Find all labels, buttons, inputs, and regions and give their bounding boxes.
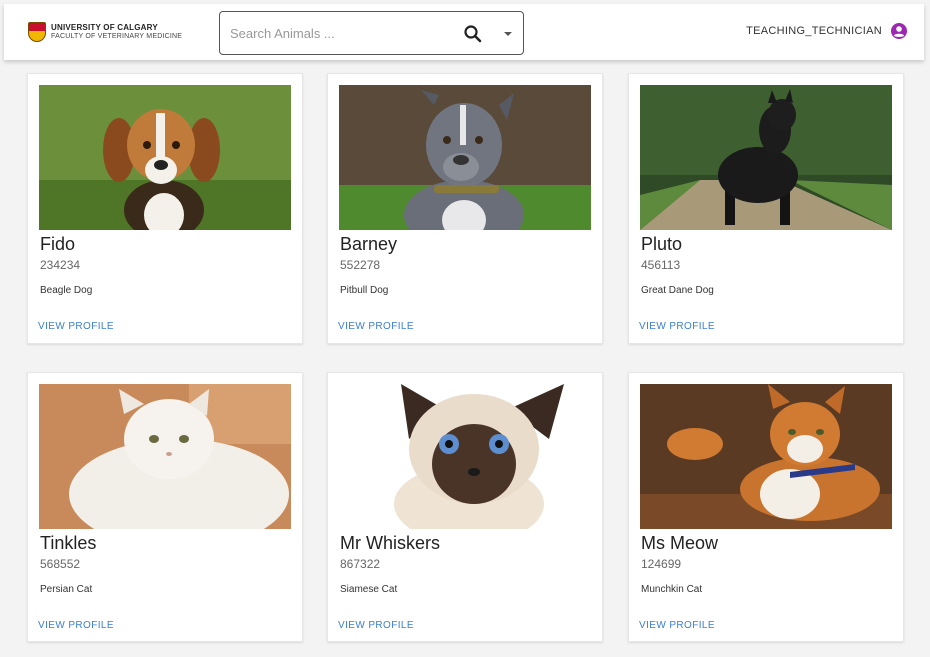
view-profile-link[interactable]: VIEW PROFILE xyxy=(639,321,715,332)
animal-photo xyxy=(339,384,591,529)
animal-breed: Persian Cat xyxy=(40,584,93,595)
animal-card: Ms Meow 124699 Munchkin Cat VIEW PROFILE xyxy=(628,372,904,642)
animal-id: 234234 xyxy=(40,258,81,272)
logo-line-2: FACULTY OF VETERINARY MEDICINE xyxy=(51,33,183,40)
animal-breed: Munchkin Cat xyxy=(641,584,703,595)
animal-id: 456113 xyxy=(641,258,681,272)
animal-name: Pluto xyxy=(641,234,683,254)
animal-id: 867322 xyxy=(340,557,381,571)
animal-breed: Beagle Dog xyxy=(40,285,93,296)
search-box xyxy=(219,11,524,55)
view-profile-link[interactable]: VIEW PROFILE xyxy=(639,620,715,631)
view-profile-link[interactable]: VIEW PROFILE xyxy=(38,321,114,332)
animal-card: Barney 552278 Pitbull Dog VIEW PROFILE xyxy=(327,73,603,344)
animal-card: Mr Whiskers 867322 Siamese Cat VIEW PROF… xyxy=(327,372,603,642)
animal-photo xyxy=(339,85,591,230)
animal-breed: Great Dane Dog xyxy=(641,285,714,296)
animal-photo xyxy=(39,85,291,230)
animal-id: 552278 xyxy=(340,258,381,272)
animal-photo xyxy=(640,85,892,230)
university-logo[interactable]: UNIVERSITY OF CALGARY FACULTY OF VETERIN… xyxy=(28,22,182,42)
account-circle-icon[interactable] xyxy=(890,22,908,40)
animal-name: Ms Meow xyxy=(641,533,719,553)
search-icon[interactable] xyxy=(462,23,484,45)
logo-text: UNIVERSITY OF CALGARY FACULTY OF VETERIN… xyxy=(51,23,182,41)
animal-name: Mr Whiskers xyxy=(340,533,440,553)
view-profile-link[interactable]: VIEW PROFILE xyxy=(338,321,414,332)
animal-name: Tinkles xyxy=(40,533,97,553)
view-profile-link[interactable]: VIEW PROFILE xyxy=(38,620,114,631)
animal-card: Fido 234234 Beagle Dog VIEW PROFILE xyxy=(27,73,303,344)
user-menu: TEACHING_TECHNICIAN xyxy=(746,22,908,40)
animal-breed: Siamese Cat xyxy=(340,584,398,595)
animal-card: Tinkles 568552 Persian Cat VIEW PROFILE xyxy=(27,372,303,642)
search-input[interactable] xyxy=(230,22,450,44)
animal-name: Fido xyxy=(40,234,76,254)
animal-id: 568552 xyxy=(40,557,81,571)
animal-id: 124699 xyxy=(641,557,682,571)
animal-photo xyxy=(39,384,291,529)
crest-icon xyxy=(28,22,46,42)
user-name: TEACHING_TECHNICIAN xyxy=(746,25,882,37)
animal-name: Barney xyxy=(340,234,398,254)
logo-line-1: UNIVERSITY OF CALGARY xyxy=(51,23,158,32)
top-app-bar: UNIVERSITY OF CALGARY FACULTY OF VETERIN… xyxy=(4,4,924,60)
animal-photo xyxy=(640,384,892,529)
animal-breed: Pitbull Dog xyxy=(340,285,389,296)
chevron-down-icon[interactable] xyxy=(500,26,516,42)
animal-card: Pluto 456113 Great Dane Dog VIEW PROFILE xyxy=(628,73,904,344)
view-profile-link[interactable]: VIEW PROFILE xyxy=(338,620,414,631)
